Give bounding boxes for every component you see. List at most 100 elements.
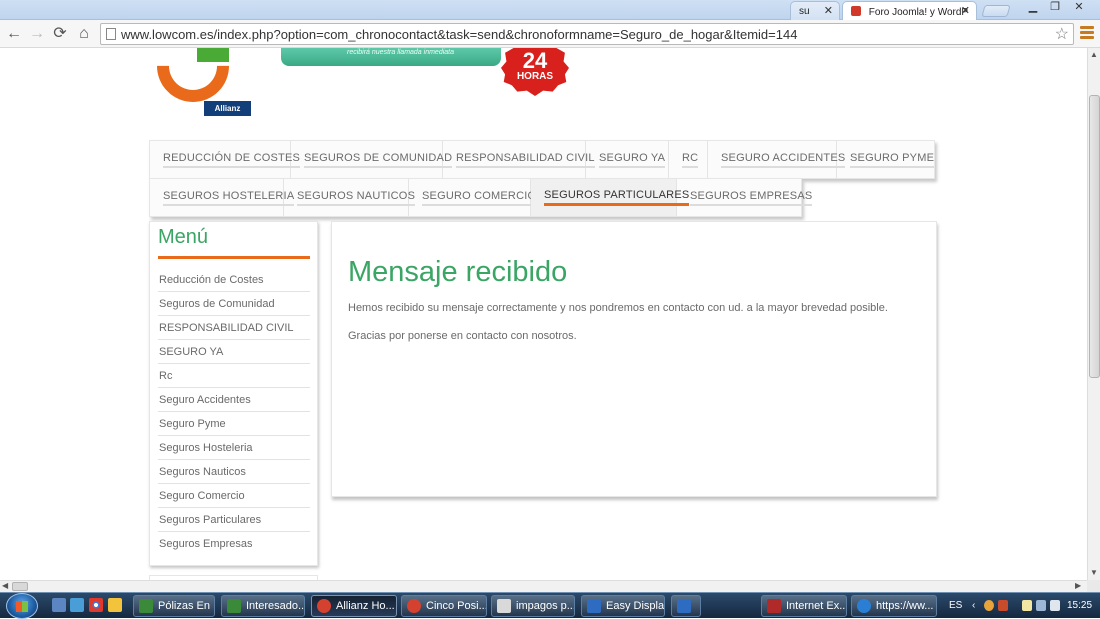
scrollbar-thumb[interactable]: [1089, 95, 1100, 378]
sidebar-item-seguros-empresas[interactable]: Seguros Empresas: [158, 532, 310, 556]
address-bar[interactable]: www.lowcom.es/index.php?option=com_chron…: [100, 23, 1074, 45]
menu-item-seguro-comercio[interactable]: SEGURO COMERCIO: [409, 179, 537, 216]
taskbar-item-label: Easy Displa...: [606, 600, 665, 612]
internet-explorer-icon: [857, 599, 871, 613]
horizontal-scrollbar[interactable]: ◀ ▶: [0, 580, 1087, 592]
volume-icon[interactable]: [1050, 600, 1060, 611]
sidebar-menu: Menú Reducción de Costes Seguros de Comu…: [149, 221, 318, 566]
chrome-quicklaunch-icon[interactable]: [89, 598, 103, 612]
sidebar-item-seguros-comunidad[interactable]: Seguros de Comunidad: [158, 292, 310, 316]
tray-expand-icon[interactable]: ‹: [972, 600, 982, 611]
scroll-up-arrow-icon[interactable]: ▲: [1090, 50, 1098, 59]
action-center-icon[interactable]: [1022, 600, 1032, 611]
vertical-scrollbar[interactable]: ▲ ▼: [1087, 48, 1100, 580]
banner-text: recibirá nuestra llamada inmediata: [347, 49, 454, 56]
media-player-icon[interactable]: [108, 598, 122, 612]
site-logo[interactable]: Allianz: [142, 48, 252, 118]
url-text[interactable]: www.lowcom.es/index.php?option=com_chron…: [121, 27, 797, 42]
call-banner[interactable]: recibirá nuestra llamada inmediata: [281, 48, 501, 66]
taskbar-item-label: impagos p...: [516, 600, 575, 612]
restore-button[interactable]: ❐: [1044, 0, 1066, 16]
close-icon[interactable]: ✕: [961, 4, 970, 17]
browser-menu-icon[interactable]: [1080, 26, 1094, 40]
24h-badge: 24 HORAS: [501, 48, 569, 96]
scroll-left-arrow-icon[interactable]: ◀: [2, 581, 8, 590]
close-icon[interactable]: ✕: [824, 4, 833, 17]
menu-item-reduccion-costes[interactable]: REDUCCIÓN DE COSTES: [150, 141, 301, 178]
app-icon: [227, 599, 241, 613]
sidebar-item-responsabilidad-civil[interactable]: RESPONSABILIDAD CIVIL: [158, 316, 310, 340]
taskbar-item-label: Interesado...: [246, 600, 305, 612]
menu-item-label: SEGUROS PARTICULARES: [544, 189, 690, 206]
taskbar-item-label: Pólizas En ...: [158, 600, 214, 612]
menu-item-label: SEGURO ACCIDENTES: [721, 152, 846, 168]
menu-item-label: RC: [682, 152, 699, 168]
main-content: Mensaje recibido Hemos recibido su mensa…: [331, 221, 937, 497]
sidebar-item-seguros-hosteleria[interactable]: Seguros Hosteleria: [158, 436, 310, 460]
page-icon: [106, 28, 116, 40]
taskbar-item-label: Cinco Posi...: [426, 600, 487, 612]
start-button[interactable]: [6, 593, 38, 619]
menu-item-seguros-nauticos[interactable]: SEGUROS NAUTICOS: [284, 179, 416, 216]
bookmark-star-icon[interactable]: ☆: [1055, 24, 1069, 44]
app-icon: [139, 599, 153, 613]
taskbar-item-label: Allianz Ho...: [336, 600, 395, 612]
system-tray: ES ‹ 15:25: [940, 593, 1100, 619]
sidebar-item-rc[interactable]: Rc: [158, 364, 310, 388]
tray-app-icon[interactable]: [998, 600, 1008, 611]
joomla-favicon-icon: [851, 6, 861, 16]
top-menu-row-2: SEGUROS HOSTELERIA SEGUROS NAUTICOS SEGU…: [149, 178, 813, 217]
taskbar-item[interactable]: [671, 595, 701, 617]
menu-item-seguros-hosteleria[interactable]: SEGUROS HOSTELERIA: [150, 179, 295, 216]
scroll-down-arrow-icon[interactable]: ▼: [1090, 568, 1098, 577]
show-desktop-icon[interactable]: [52, 598, 66, 612]
close-window-button[interactable]: ✕: [1068, 0, 1090, 16]
taskbar-item[interactable]: Easy Displa...: [581, 595, 665, 617]
taskbar-item[interactable]: Internet Ex...: [761, 595, 847, 617]
menu-item-seguros-comunidad[interactable]: SEGUROS DE COMUNIDAD: [291, 141, 453, 178]
sidebar-item-seguro-pyme[interactable]: Seguro Pyme: [158, 412, 310, 436]
home-icon[interactable]: ⌂: [74, 24, 94, 44]
new-tab-button[interactable]: [981, 5, 1011, 17]
menu-item-seguro-pyme[interactable]: SEGURO PYME: [837, 141, 935, 178]
sidebar-item-seguro-accidentes[interactable]: Seguro Accidentes: [158, 388, 310, 412]
sidebar-divider: [158, 256, 310, 259]
menu-item-seguro-accidentes[interactable]: SEGURO ACCIDENTES: [708, 141, 846, 178]
sidebar-item-reduccion-costes[interactable]: Reducción de Costes: [158, 268, 310, 292]
switch-windows-icon[interactable]: [70, 598, 84, 612]
clock[interactable]: 15:25: [1067, 600, 1092, 611]
menu-item-responsabilidad-civil[interactable]: RESPONSABILIDAD CIVIL: [443, 141, 595, 178]
taskbar-item[interactable]: https://ww...: [851, 595, 937, 617]
sidebar-item-seguros-nauticos[interactable]: Seguros Nauticos: [158, 460, 310, 484]
taskbar-item-label: Internet Ex...: [786, 600, 847, 612]
menu-item-label: SEGUROS NAUTICOS: [297, 190, 416, 206]
network-icon[interactable]: [1036, 600, 1046, 611]
sidebar-item-seguros-particulares[interactable]: Seguros Particulares: [158, 508, 310, 532]
browser-tab-active[interactable]: Foro Joomla! y WordP ✕: [842, 1, 977, 20]
back-arrow-icon[interactable]: ←: [4, 24, 24, 44]
menu-item-seguros-empresas[interactable]: SEGUROS EMPRESAS: [677, 179, 813, 216]
scroll-right-arrow-icon[interactable]: ▶: [1075, 581, 1081, 590]
menu-item-seguros-particulares[interactable]: SEGUROS PARTICULARES: [531, 179, 690, 216]
reload-icon[interactable]: ⟳: [50, 24, 70, 44]
browser-tab[interactable]: su ✕: [790, 1, 840, 20]
forward-arrow-icon[interactable]: →: [27, 24, 47, 44]
taskbar-item[interactable]: impagos p...: [491, 595, 575, 617]
taskbar-item-active[interactable]: Allianz Ho...: [311, 595, 397, 617]
browser-toolbar: ← → ⟳ ⌂ www.lowcom.es/index.php?option=c…: [0, 20, 1100, 48]
menu-item-seguro-ya[interactable]: SEGURO YA: [586, 141, 669, 178]
taskbar-item[interactable]: Cinco Posi...: [401, 595, 487, 617]
windows-taskbar: Pólizas En ... Interesado... Allianz Ho.…: [0, 592, 1100, 619]
tray-app-icon[interactable]: [984, 600, 994, 611]
menu-item-label: RESPONSABILIDAD CIVIL: [456, 152, 595, 168]
taskbar-item[interactable]: Interesado...: [221, 595, 305, 617]
taskbar-item[interactable]: Pólizas En ...: [133, 595, 215, 617]
language-indicator[interactable]: ES: [949, 600, 962, 611]
sidebar-item-seguro-ya[interactable]: SEGURO YA: [158, 340, 310, 364]
menu-item-rc[interactable]: RC: [669, 141, 708, 178]
minimize-button[interactable]: ▁: [1022, 0, 1044, 16]
menu-item-label: SEGURO YA: [599, 152, 666, 168]
sidebar-item-seguro-comercio[interactable]: Seguro Comercio: [158, 484, 310, 508]
scrollbar-thumb[interactable]: [12, 582, 28, 591]
menu-item-label: SEGURO COMERCIO: [422, 190, 537, 206]
